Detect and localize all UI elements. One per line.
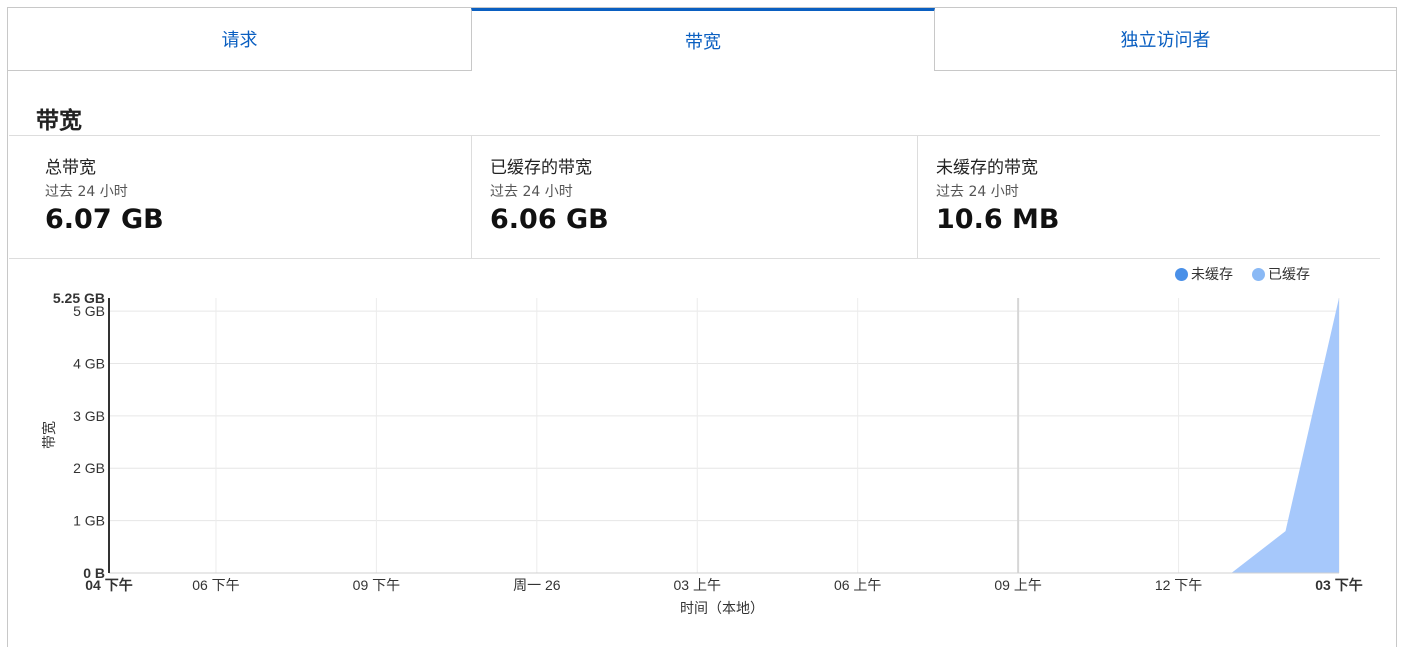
y-tick-label: 1 GB [73, 513, 105, 529]
y-tick-label: 5.25 GB [53, 290, 105, 306]
y-tick-label: 3 GB [73, 408, 105, 424]
y-axis-title: 带宽 [41, 421, 57, 449]
x-axis-title: 时间（本地） [680, 600, 764, 616]
bandwidth-chart: 0 B1 GB2 GB3 GB4 GB5 GB5.25 GB04 下午06 下午… [0, 0, 1402, 643]
x-tick-label: 09 下午 [353, 577, 400, 593]
y-tick-label: 2 GB [73, 460, 105, 476]
x-tick-label: 12 下午 [1155, 577, 1202, 593]
x-tick-label: 03 上午 [674, 577, 721, 593]
x-tick-label: 03 下午 [1315, 577, 1362, 593]
y-tick-label: 4 GB [73, 355, 105, 371]
x-tick-label: 09 上午 [994, 577, 1041, 593]
x-tick-label: 04 下午 [85, 577, 132, 593]
series-area-cached [109, 298, 1339, 573]
x-tick-label: 周一 26 [513, 577, 561, 593]
x-tick-label: 06 上午 [834, 577, 881, 593]
x-tick-label: 06 下午 [192, 577, 239, 593]
